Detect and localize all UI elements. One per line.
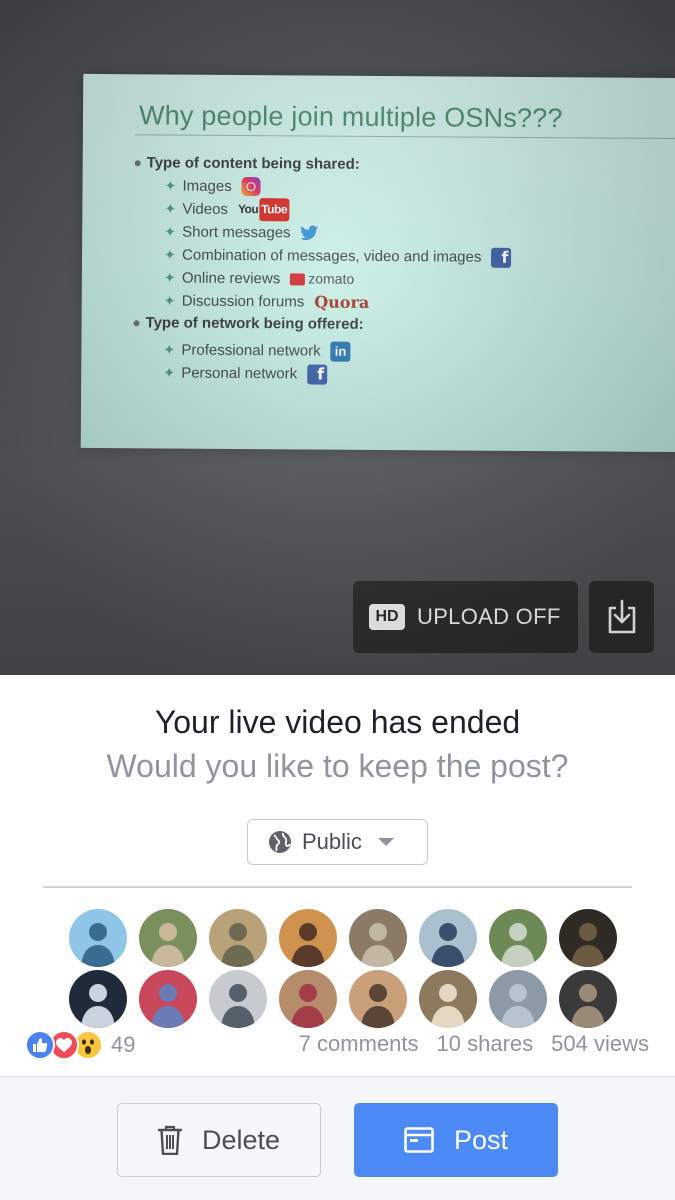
viewer-avatar[interactable]	[559, 909, 617, 967]
viewer-avatar[interactable]	[349, 909, 407, 967]
reactions-summary[interactable]: 49	[25, 1030, 135, 1060]
bullet-star-icon: ✦	[163, 292, 176, 309]
viewer-avatar[interactable]	[349, 970, 407, 1028]
viewer-avatar[interactable]	[489, 970, 547, 1028]
engagement-stats: 7 comments 10 shares 504 views	[299, 1031, 649, 1057]
facebook-logo: f	[491, 247, 512, 268]
twitter-logo	[300, 225, 319, 241]
delete-label: Delete	[201, 1124, 281, 1155]
bullet-star-icon: ✦	[163, 246, 176, 263]
facebook-logo: f	[307, 363, 328, 385]
chevron-down-icon	[377, 838, 394, 846]
slide-body: Type of content being shared: ✦ Images ✦…	[133, 152, 655, 388]
viewer-avatar[interactable]	[419, 909, 477, 967]
live-ended-title: Your live video has ended	[154, 704, 521, 740]
viewer-avatar[interactable]	[209, 909, 267, 967]
privacy-selector[interactable]: Public	[247, 819, 428, 865]
upload-status-label: UPLOAD OFF	[417, 604, 561, 629]
globe-icon	[269, 831, 291, 853]
instagram-logo	[241, 177, 261, 197]
slide-bullet-item: ✦ Personal network f	[133, 361, 653, 388]
viewer-avatars	[69, 909, 617, 1028]
viewer-avatar[interactable]	[69, 970, 127, 1028]
slide-section-heading: Type of network being offered:	[133, 312, 653, 338]
shares-count[interactable]: 10 shares	[437, 1031, 534, 1057]
zomato-logo: zomato	[290, 267, 354, 290]
hd-upload-toggle[interactable]: HD UPLOAD OFF	[353, 581, 578, 653]
bullet-dot-icon	[134, 160, 141, 167]
viewer-avatar[interactable]	[419, 970, 477, 1028]
viewer-avatar[interactable]	[279, 970, 337, 1028]
viewer-avatar[interactable]	[209, 970, 267, 1028]
bullet-star-icon: ✦	[163, 364, 176, 381]
slide-title: Why people join multiple OSNs???	[138, 100, 563, 134]
like-icon	[25, 1030, 55, 1060]
bullet-star-icon: ✦	[164, 177, 177, 194]
post-icon	[404, 1127, 434, 1153]
action-footer: Delete Post	[0, 1076, 675, 1200]
quora-logo: Quora	[314, 292, 370, 312]
keep-post-question: Would you like to keep the post?	[106, 748, 569, 784]
post-label: Post	[453, 1124, 509, 1155]
viewer-avatar[interactable]	[139, 970, 197, 1028]
download-icon	[608, 599, 635, 634]
linkedin-logo: in	[330, 341, 351, 362]
video-preview: Why people join multiple OSNs??? Type of…	[0, 0, 675, 675]
bullet-dot-icon	[133, 320, 140, 327]
viewer-avatar[interactable]	[489, 909, 547, 967]
privacy-label: Public	[302, 829, 362, 854]
viewer-avatar[interactable]	[559, 970, 617, 1028]
hd-icon: HD	[369, 604, 405, 630]
reaction-count: 49	[111, 1032, 136, 1057]
post-button[interactable]: Post	[354, 1103, 558, 1177]
viewer-avatar[interactable]	[69, 909, 127, 967]
slide-title-rule	[134, 134, 675, 140]
divider	[43, 886, 632, 888]
views-count[interactable]: 504 views	[551, 1031, 649, 1057]
bullet-star-icon: ✦	[164, 223, 177, 240]
bullet-star-icon: ✦	[163, 341, 176, 358]
bullet-star-icon: ✦	[164, 200, 177, 217]
bullet-star-icon: ✦	[163, 269, 176, 286]
delete-button[interactable]: Delete	[117, 1103, 321, 1177]
download-button[interactable]	[589, 581, 654, 653]
viewer-avatar[interactable]	[279, 909, 337, 967]
youtube-logo: You Tube	[238, 198, 290, 222]
comments-count[interactable]: 7 comments	[299, 1031, 419, 1057]
trash-icon	[157, 1125, 182, 1155]
viewer-avatar[interactable]	[139, 909, 197, 967]
projected-slide: Why people join multiple OSNs??? Type of…	[80, 73, 675, 453]
